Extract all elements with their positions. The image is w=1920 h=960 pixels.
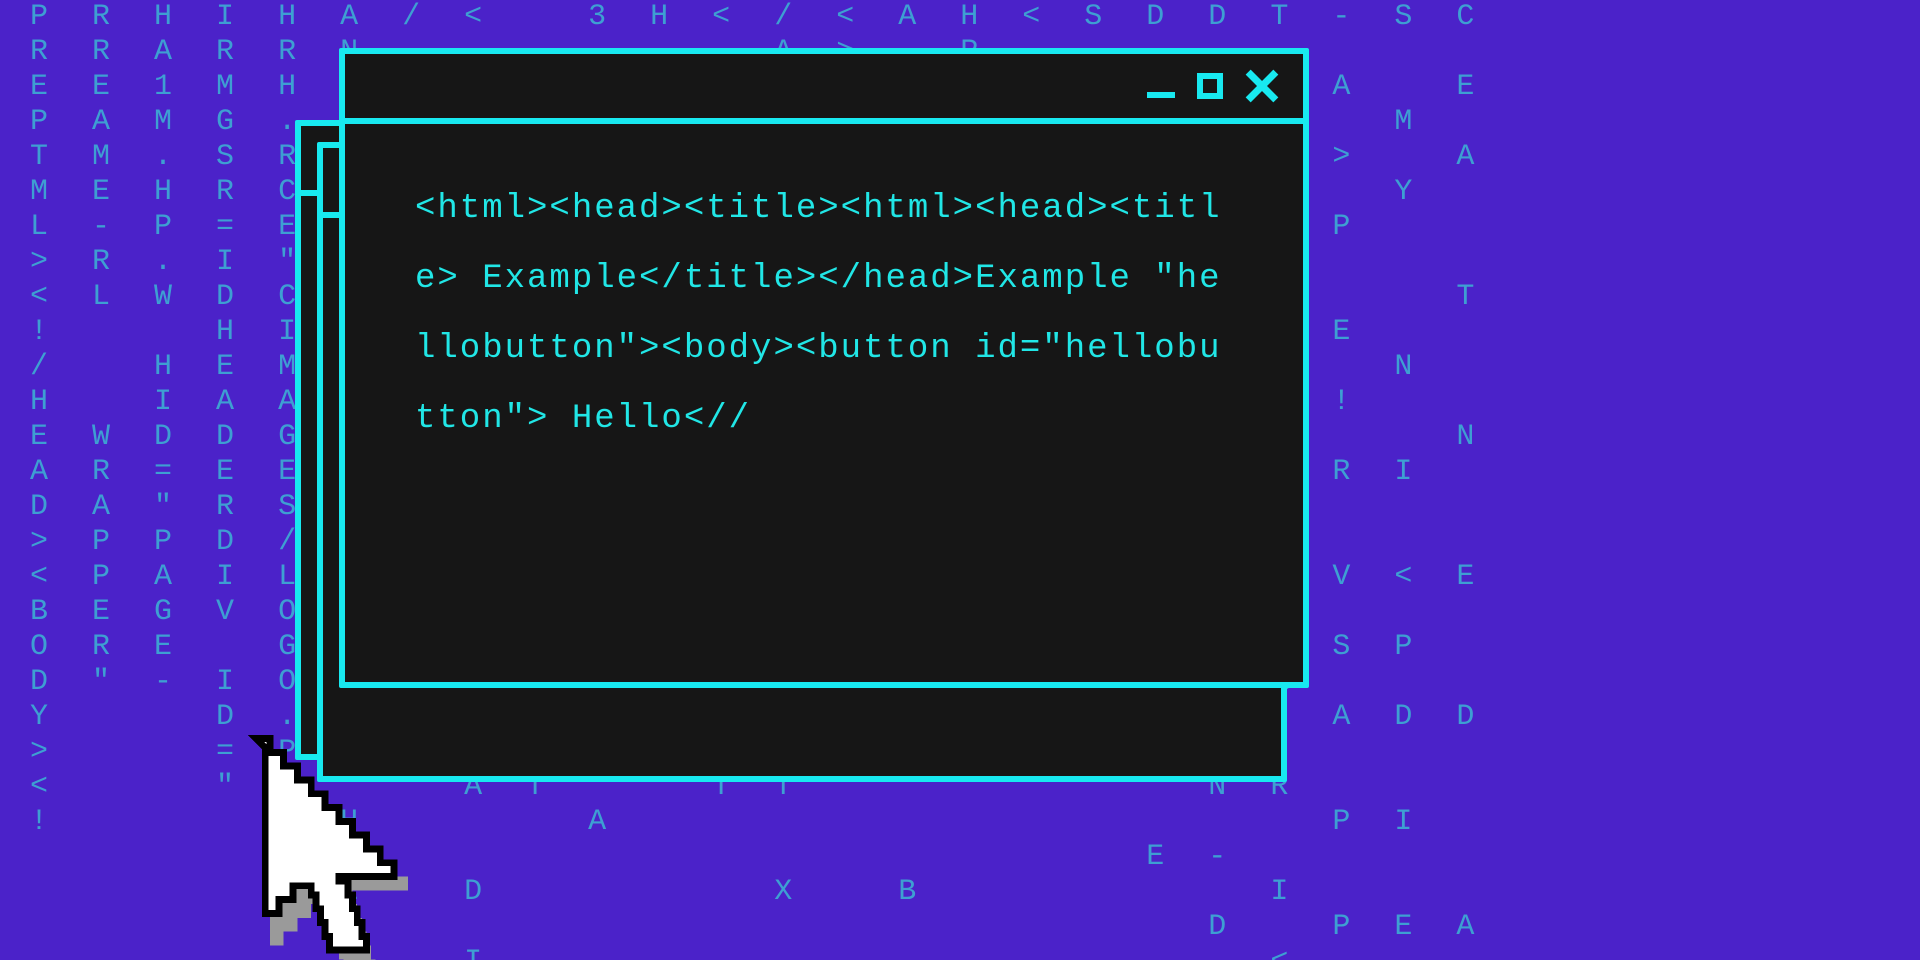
- window-stack: <html><head><title><html><head><title> E…: [295, 120, 1295, 800]
- close-icon[interactable]: [1245, 69, 1279, 103]
- matrix-column: HA1M.HP.W HID="PAGE-: [154, 0, 176, 960]
- code-window: <html><head><title><html><head><title> E…: [339, 48, 1309, 688]
- matrix-column: S M Y N I < P D I E C. L - > - V < S = I…: [1394, 0, 1416, 960]
- minimize-icon[interactable]: [1147, 72, 1175, 100]
- maximize-icon[interactable]: [1197, 73, 1223, 99]
- code-body: <html><head><title><html><head><title> E…: [345, 124, 1303, 504]
- titlebar[interactable]: [345, 54, 1303, 124]
- matrix-column: C E A T N E D A C L A S S " S O ": [1456, 0, 1478, 960]
- code-text: <html><head><title><html><head><title> E…: [415, 174, 1233, 454]
- matrix-column: RREAME-RL WRAPPER": [92, 0, 114, 960]
- matrix-column: PREPTML><!/HEAD><BODY><!: [30, 0, 52, 960]
- matrix-column: - A > P E ! R V S A P P L O . E - W R I …: [1332, 0, 1354, 960]
- cursor-icon: [210, 735, 440, 960]
